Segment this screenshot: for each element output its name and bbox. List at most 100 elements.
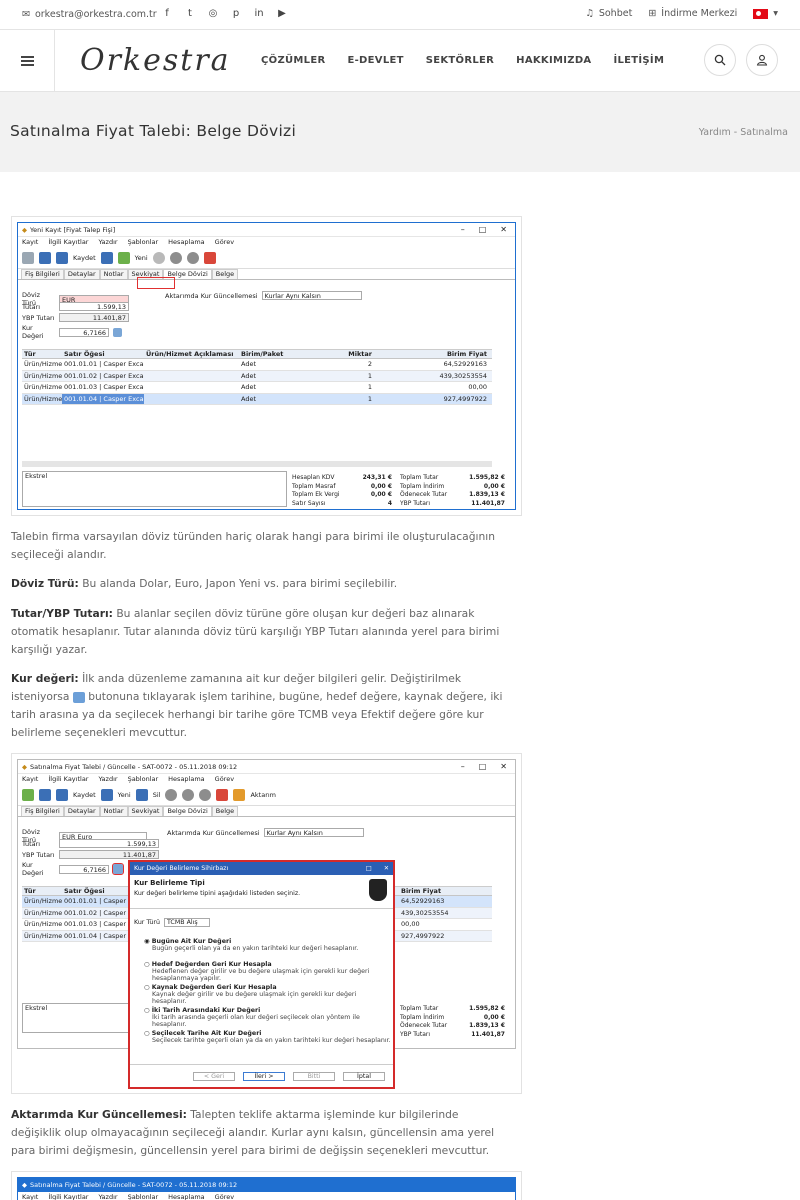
kur-field[interactable]: 6,7166 [59,864,109,874]
menu-sablonlar[interactable]: Şablonlar [128,1193,159,1200]
instagram-icon[interactable]: ◎ [208,8,218,19]
col-fiyat[interactable]: Birim Fiyat [399,887,489,895]
next-icon[interactable] [169,251,182,264]
approve-icon[interactable] [203,251,216,264]
option-iki-tarih[interactable]: ○ İki Tarih Arasındaki Kur Değeri İki tar… [144,1007,392,1030]
finish-button[interactable]: Bitti [293,1072,335,1081]
twitter-icon[interactable]: t [185,8,195,19]
col-fiyat[interactable]: Birim Fiyat [374,350,489,358]
transfer-button[interactable]: Aktarım [250,791,276,799]
delete-icon[interactable] [135,788,148,801]
tab-detaylar[interactable]: Detaylar [63,269,100,279]
next-button[interactable]: İleri > [243,1072,285,1081]
download-center-link[interactable]: ⊞ İndirme Merkezi [648,8,737,19]
menu-yazdir[interactable]: Yazdır [98,238,117,246]
tab-belge-dovizi[interactable]: Belge Dövizi [163,806,212,816]
save-close-icon[interactable] [56,788,68,801]
new-button[interactable]: Yeni [135,254,148,262]
menu-sablonlar[interactable]: Şablonlar [128,775,159,783]
grid-scrollbar[interactable] [22,461,492,467]
nav-sektorler[interactable]: SEKTÖRLER [426,55,494,66]
menu-kayit[interactable]: Kayıt [22,775,38,783]
pinterest-icon[interactable]: p [231,8,241,19]
tab-detaylar[interactable]: Detaylar [63,806,100,816]
search-button[interactable] [704,44,736,76]
menu-gorev[interactable]: Görev [215,238,234,246]
menu-kayit[interactable]: Kayıt [22,238,38,246]
menu-gorev[interactable]: Görev [215,775,234,783]
save-icon[interactable] [39,251,51,264]
prev-icon[interactable] [152,251,165,264]
menu-ilgili[interactable]: İlgili Kayıtlar [48,238,88,246]
nav-e-devlet[interactable]: E-DEVLET [347,55,403,66]
email-link[interactable]: ✉ orkestra@orkestra.com.tr [22,9,157,20]
menu-hesaplama[interactable]: Hesaplama [168,775,205,783]
nav-cozumler[interactable]: ÇÖZÜMLER [261,55,325,66]
cancel-button[interactable]: İptal [343,1072,385,1081]
transfer-icon[interactable] [233,788,246,801]
save-icon[interactable] [39,788,51,801]
menu-yazdir[interactable]: Yazdır [98,775,117,783]
maximize-icon[interactable]: □ [366,865,372,872]
tab-fis-bilgileri[interactable]: Fiş Bilgileri [21,806,64,816]
option-kaynak[interactable]: ○ Kaynak Değerden Geri Kur Hesapla Kaynak… [144,984,392,1007]
menu-ilgili[interactable]: İlgili Kayıtlar [48,775,88,783]
new-icon[interactable] [117,251,130,264]
save-new-icon[interactable] [100,251,113,264]
option-hedef[interactable]: ○ Hedef Değerden Geri Kur Hesapla Hedefle… [144,961,392,984]
save-close-icon[interactable] [56,251,68,264]
back-icon[interactable] [22,788,34,801]
language-select[interactable]: ▾ [753,8,778,19]
table-row[interactable]: Ürün/Hizmet001.01.04 | Casper Excalibur A… [22,393,492,405]
tab-notlar[interactable]: Notlar [99,806,128,816]
prev-icon[interactable] [165,788,178,801]
menu-yazdir[interactable]: Yazdır [98,1193,117,1200]
aktarim-select[interactable]: Kurlar Aynı Kalsın [261,291,362,300]
save-button[interactable]: Kaydet [73,791,96,799]
menu-kayit[interactable]: Kayıt [22,1193,38,1200]
option-bugune[interactable]: ◉ Bugüne Ait Kur Değeri Bugün geçerli ola… [144,938,392,961]
col-tur[interactable]: Tür [22,350,62,358]
table-row[interactable]: Ürün/Hizmet001.01.01 | Casper Excalibur A… [22,359,492,371]
next-icon[interactable] [182,788,195,801]
back-icon[interactable] [22,251,34,264]
note-field[interactable]: Ekstrel [22,1003,132,1033]
tutar-field[interactable]: 1.599,13 [59,839,159,848]
tutar-field[interactable]: 1.599,13 [59,302,129,311]
tab-sevkiyat[interactable]: Sevkiyat [127,806,164,816]
note-field[interactable]: Ekstrel [22,471,287,507]
option-secilecek[interactable]: ○ Seçilecek Tarihe Ait Kur Değeri Seçilec… [144,1030,392,1053]
kur-wizard-icon[interactable] [112,863,124,875]
tab-notlar[interactable]: Notlar [99,269,128,279]
tab-belge[interactable]: Belge [211,806,239,816]
col-satir[interactable]: Satır Öğesi [62,350,144,358]
table-row[interactable]: Ürün/Hizmet001.01.03 | Casper Excalibur A… [22,382,492,394]
aktarim-select[interactable]: Kurlar Aynı Kalsın [263,828,364,837]
menu-button[interactable] [0,30,55,92]
menu-hesaplama[interactable]: Hesaplama [168,1193,205,1200]
logo[interactable]: Orkestra [80,43,231,78]
chat-link[interactable]: ♫ Sohbet [585,8,632,19]
nav-hakkimizda[interactable]: HAKKIMIZDA [516,55,591,66]
linkedin-icon[interactable]: in [254,8,264,19]
approve-icon[interactable] [216,788,229,801]
tab-fis-bilgileri[interactable]: Fiş Bilgileri [21,269,64,279]
save-button[interactable]: Kaydet [73,254,96,262]
col-miktar[interactable]: Miktar [299,350,374,358]
kur-wizard-icon[interactable] [113,327,122,337]
save-new-icon[interactable] [100,788,113,801]
breadcrumb[interactable]: Yardım - Satınalma [699,127,788,138]
menu-sablonlar[interactable]: Şablonlar [128,238,159,246]
menu-ilgili[interactable]: İlgili Kayıtlar [48,1193,88,1200]
new-button[interactable]: Yeni [118,791,131,799]
tab-belge[interactable]: Belge [211,269,239,279]
user-button[interactable] [746,44,778,76]
back-button[interactable]: < Geri [193,1072,235,1081]
nav-iletisim[interactable]: İLETİŞİM [613,55,664,66]
col-tur[interactable]: Tür [22,887,62,895]
refresh-icon[interactable] [186,251,199,264]
facebook-icon[interactable]: f [162,8,172,19]
col-aciklama[interactable]: Ürün/Hizmet Açıklaması [144,350,239,358]
refresh-icon[interactable] [199,788,212,801]
col-birim[interactable]: Birim/Paket [239,350,299,358]
